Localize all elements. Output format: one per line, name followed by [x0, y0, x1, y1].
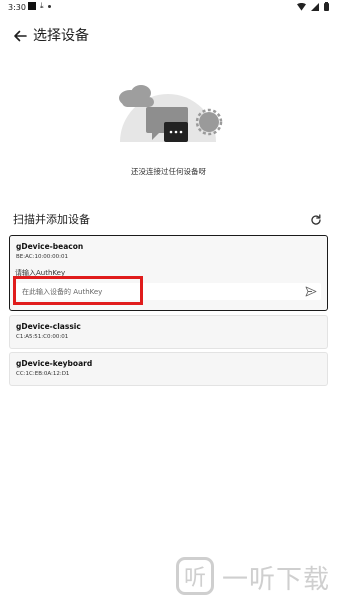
authkey-label: 请输入AuthKey [15, 269, 66, 277]
device-mac-address: CC:1C:EB:0A:12:D1 [16, 371, 70, 377]
system-icons [297, 2, 329, 11]
send-icon[interactable] [305, 286, 317, 297]
device-card-classic[interactable]: gDevice-classic C1:A5:51:C0:00:01 [9, 315, 328, 349]
back-arrow-icon[interactable] [10, 26, 30, 46]
refresh-icon[interactable] [309, 213, 323, 227]
device-card-beacon[interactable]: gDevice-beacon BE:AC:10:00:00:01 请输入Auth… [9, 235, 328, 311]
page-title: 选择设备 [33, 28, 89, 44]
authkey-input-row [16, 283, 321, 300]
device-name: gDevice-keyboard [16, 359, 93, 368]
device-mac-address: BE:AC:10:00:00:01 [16, 254, 69, 260]
watermark-text: 一听下载 [222, 565, 331, 595]
scan-section-header: 扫描并添加设备 [13, 212, 325, 228]
device-mac-address: C1:A5:51:C0:00:01 [16, 334, 69, 340]
signal-icon [311, 2, 319, 11]
top-app-bar: 选择设备 [0, 22, 337, 50]
app-notification-icon [28, 2, 36, 10]
watermark-logo-icon: 听 [176, 557, 214, 595]
watermark: 听 一听下载 [176, 557, 336, 597]
more-notifications-icon [47, 4, 51, 8]
device-name: gDevice-beacon [16, 242, 84, 251]
authkey-input[interactable] [16, 283, 301, 300]
empty-state-text: 还没连接过任何设备呀 [131, 167, 206, 176]
section-title: 扫描并添加设备 [13, 213, 90, 226]
status-bar: 3:30 ⤓ [0, 0, 337, 16]
device-card-keyboard[interactable]: gDevice-keyboard CC:1C:EB:0A:12:D1 [9, 352, 328, 386]
device-name: gDevice-classic [16, 322, 81, 331]
notification-icons: ⤓ [28, 2, 51, 10]
empty-devices-illustration [119, 85, 223, 142]
download-icon: ⤓ [40, 1, 44, 10]
wifi-icon [297, 2, 306, 11]
battery-icon [324, 2, 329, 11]
status-time: 3:30 [8, 3, 26, 12]
